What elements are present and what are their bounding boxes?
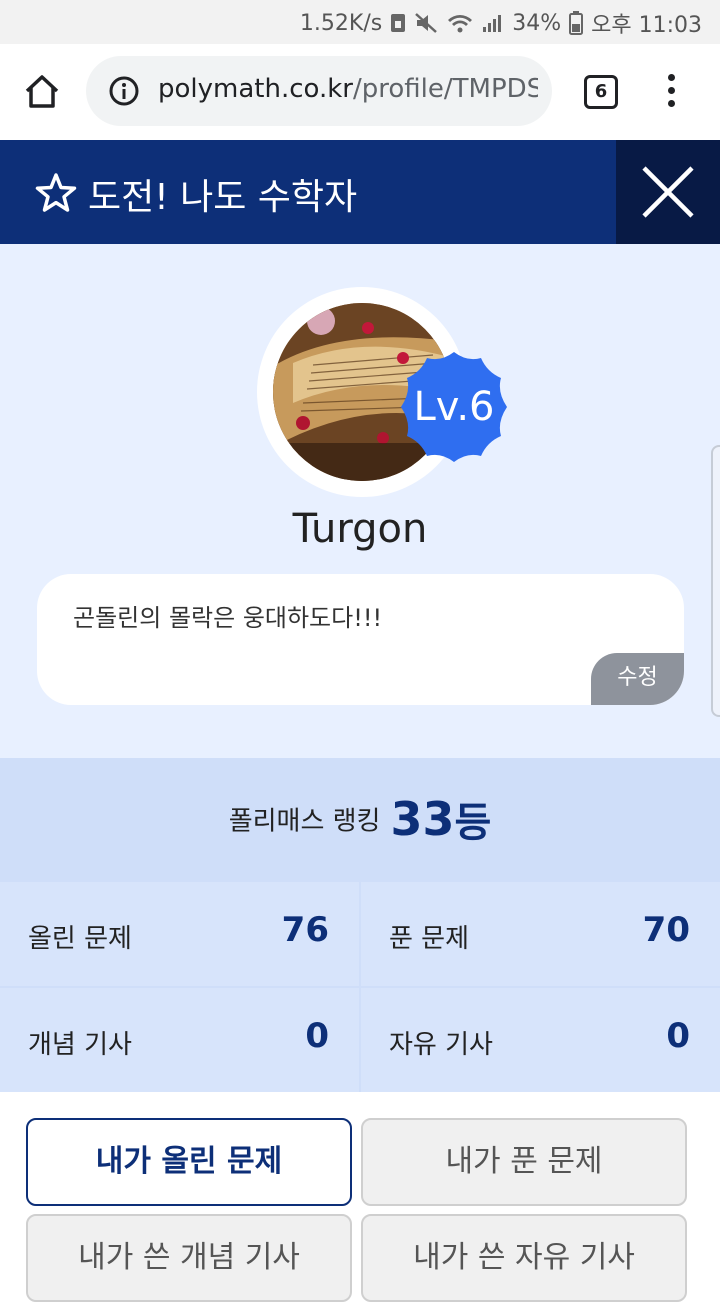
close-icon bbox=[642, 166, 694, 218]
page-title: 도전! 나도 수학자 bbox=[88, 177, 358, 218]
address-bar[interactable]: polymath.co.kr/profile/TMPDS bbox=[86, 56, 552, 126]
mute-icon bbox=[414, 12, 438, 34]
browser-toolbar: polymath.co.kr/profile/TMPDS 6 bbox=[0, 44, 720, 140]
star-icon bbox=[34, 171, 78, 215]
signal-icon bbox=[482, 12, 504, 34]
username: Turgon bbox=[292, 506, 428, 552]
url-text[interactable]: polymath.co.kr/profile/TMPDS bbox=[158, 74, 538, 104]
more-menu-icon[interactable] bbox=[660, 74, 682, 112]
ranking-suffix: 등 bbox=[454, 800, 492, 846]
stat-label: 개념 기사 bbox=[28, 1030, 132, 1060]
close-button[interactable] bbox=[616, 140, 720, 244]
edit-button[interactable]: 수정 bbox=[591, 653, 684, 705]
stat-value: 76 bbox=[281, 910, 329, 950]
level-text: Lv.6 bbox=[413, 384, 495, 430]
profile-section: Lv.6 Turgon 곤돌린의 몰락은 웅대하도다!!! 수정 bbox=[0, 244, 720, 758]
wifi-icon bbox=[446, 12, 474, 34]
stat-uploaded-problems: 올린 문제 76 bbox=[0, 882, 359, 986]
stat-solved-problems: 푼 문제 70 bbox=[361, 882, 720, 986]
clock: 오후 11:03 bbox=[591, 13, 702, 38]
ranking-value: 33 bbox=[390, 792, 455, 846]
stat-value: 0 bbox=[305, 1016, 329, 1056]
network-speed: 1.52K/s bbox=[299, 10, 383, 36]
ranking-label: 폴리매스 랭킹 bbox=[228, 806, 381, 837]
ranking-section: 폴리매스 랭킹 33등 bbox=[0, 758, 720, 882]
app-header: 도전! 나도 수학자 bbox=[0, 140, 720, 244]
tab-switcher-button[interactable]: 6 bbox=[584, 75, 618, 109]
stat-free-articles: 자유 기사 0 bbox=[361, 988, 720, 1092]
tab-my-free-articles[interactable]: 내가 쓴 자유 기사 bbox=[361, 1214, 687, 1302]
home-icon[interactable] bbox=[22, 72, 62, 112]
battery-percent: 34% bbox=[512, 10, 562, 36]
stats-grid: 올린 문제 76 푼 문제 70 개념 기사 0 자유 기사 0 bbox=[0, 882, 720, 1092]
stat-value: 70 bbox=[642, 910, 690, 950]
bio-box: 곤돌린의 몰락은 웅대하도다!!! 수정 bbox=[37, 574, 684, 705]
tab-my-uploaded-problems[interactable]: 내가 올린 문제 bbox=[26, 1118, 352, 1206]
tab-my-solved-problems[interactable]: 내가 푼 문제 bbox=[361, 1118, 687, 1206]
bio-text: 곤돌린의 몰락은 웅대하도다!!! bbox=[73, 604, 383, 632]
stat-label: 올린 문제 bbox=[28, 924, 132, 954]
stat-value: 0 bbox=[666, 1016, 690, 1056]
tab-my-concept-articles[interactable]: 내가 쓴 개념 기사 bbox=[26, 1214, 352, 1302]
stat-label: 푼 문제 bbox=[389, 924, 470, 954]
level-badge: Lv.6 bbox=[395, 348, 513, 466]
side-drawer-handle[interactable] bbox=[711, 445, 720, 717]
status-bar: 1.52K/s 34% 오후 11:03 bbox=[0, 0, 720, 44]
sim-icon bbox=[390, 12, 406, 34]
stat-concept-articles: 개념 기사 0 bbox=[0, 988, 359, 1092]
info-icon[interactable] bbox=[108, 75, 140, 107]
stat-label: 자유 기사 bbox=[389, 1030, 493, 1060]
battery-icon bbox=[569, 11, 584, 35]
